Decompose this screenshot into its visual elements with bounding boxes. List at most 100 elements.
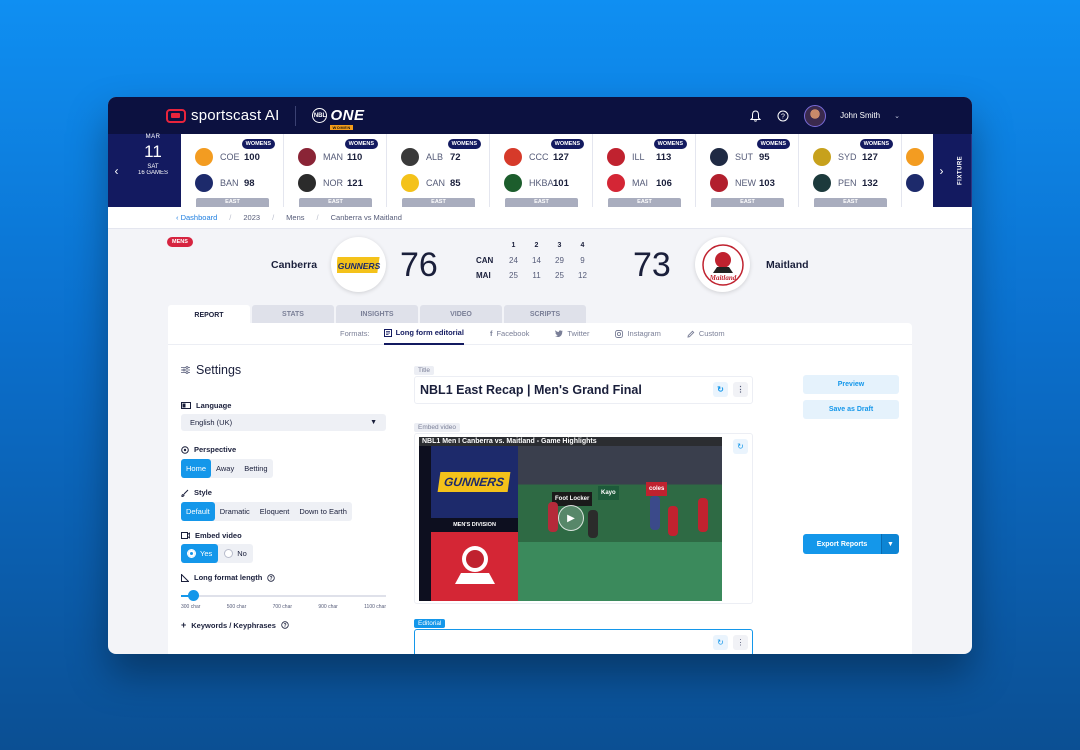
team-logo <box>906 174 924 192</box>
video-ad-board: coles <box>646 482 668 496</box>
style-dramatic[interactable]: Dramatic <box>215 502 255 521</box>
title-value[interactable]: NBL1 East Recap | Men's Grand Final <box>420 383 642 397</box>
chevron-left-icon[interactable]: ‹ <box>108 134 125 207</box>
breadcrumb-item-category[interactable]: Mens <box>286 213 304 222</box>
video-division-label: MEN'S DIVISION <box>453 522 496 528</box>
fixture-game-card[interactable]: WOMENS MAN 110 NOR 121 EAST <box>284 134 387 207</box>
fixture-away-row: CAN 85 <box>387 170 489 196</box>
breadcrumb-item-year[interactable]: 2023 <box>243 213 260 222</box>
refresh-icon[interactable]: ↻ <box>733 439 748 454</box>
tab-stats[interactable]: STATS <box>252 305 334 323</box>
report-panel: Formats: Long form editorial f Facebook … <box>168 323 912 654</box>
fixture-away-row: BAN 98 <box>181 170 283 196</box>
womens-badge: WOMENS <box>447 139 481 149</box>
team-score: 103 <box>759 177 775 189</box>
team-score: 132 <box>862 177 878 189</box>
refresh-icon[interactable]: ↻ <box>713 382 728 397</box>
league-logo-text: ONE WOMEN <box>330 107 365 130</box>
quarter-team: CAN <box>476 256 494 265</box>
more-icon[interactable]: ⋮ <box>733 382 748 397</box>
topbar-divider <box>295 105 297 126</box>
conference-label: EAST <box>608 198 681 207</box>
export-reports-button[interactable]: Export Reports <box>803 534 881 554</box>
away-team-name: Maitland <box>766 259 809 271</box>
fixture-date-card[interactable]: MAR 11 SAT 16 GAMES <box>125 134 181 207</box>
embed-video-field: NBL1 Men I Canberra vs. Maitland - Game … <box>414 433 753 604</box>
team-abbr: NOR <box>323 178 343 188</box>
keywords-label[interactable]: + Keywords / Keyphrases ? <box>181 620 386 630</box>
pencil-icon <box>687 330 695 338</box>
editorial-field[interactable]: ↻ ⋮ <box>414 629 753 654</box>
format-facebook[interactable]: f Facebook <box>490 323 529 345</box>
chevron-down-icon[interactable]: ⌄ <box>894 112 900 120</box>
fixture-game-card[interactable]: WOMENS SYD 127 PEN 132 EAST <box>799 134 902 207</box>
help-icon[interactable]: ? <box>776 109 790 123</box>
format-custom[interactable]: Custom <box>687 323 725 345</box>
embed-actions: ↻ <box>733 439 748 454</box>
caret-down-icon[interactable]: ▼ <box>881 534 899 554</box>
preview-button[interactable]: Preview <box>803 375 899 394</box>
embed-yes-radio[interactable]: Yes <box>181 544 219 563</box>
style-default[interactable]: Default <box>181 502 215 521</box>
perspective-betting[interactable]: Betting <box>239 459 272 478</box>
info-icon[interactable]: ? <box>281 621 289 629</box>
length-slider[interactable] <box>181 590 386 602</box>
language-select[interactable]: English (UK) ▼ <box>181 414 386 431</box>
video-player[interactable]: NBL1 Men I Canberra vs. Maitland - Game … <box>419 437 722 601</box>
home-score: 76 <box>400 246 438 284</box>
format-label: Instagram <box>627 329 661 338</box>
fixture-game-card[interactable]: WOMENS COE 100 BAN 98 EAST <box>181 134 284 207</box>
brand-logo[interactable]: sportscast AI <box>166 107 279 124</box>
radio-dot <box>224 549 234 558</box>
chevron-right-icon[interactable]: › <box>933 134 950 207</box>
more-icon[interactable]: ⋮ <box>733 635 748 650</box>
perspective-away[interactable]: Away <box>211 459 239 478</box>
refresh-icon[interactable]: ↻ <box>713 635 728 650</box>
team-abbr: MAI <box>632 178 649 188</box>
quarter-score: 25 <box>509 271 518 280</box>
style-down-to-earth[interactable]: Down to Earth <box>294 502 352 521</box>
user-name[interactable]: John Smith <box>840 111 880 120</box>
avatar[interactable] <box>804 104 827 127</box>
embed-no-radio[interactable]: No <box>218 544 253 563</box>
fixture-game-card[interactable]: WOMENS CCC 127 HKBA 101 EAST <box>490 134 593 207</box>
womens-badge: WOMENS <box>550 139 584 149</box>
fixture-game-card[interactable]: WOMENS ALB 72 CAN 85 EAST <box>387 134 490 207</box>
fixture-game-card[interactable]: WOMENS ILL 113 MAI 106 EAST <box>593 134 696 207</box>
style-eloquent[interactable]: Eloquent <box>255 502 295 521</box>
tab-insights[interactable]: INSIGHTS <box>336 305 418 323</box>
team-score: 127 <box>553 151 569 163</box>
breadcrumb-item-match: Canberra vs Maitland <box>330 213 402 222</box>
slider-thumb[interactable] <box>188 590 200 601</box>
bell-icon[interactable] <box>748 109 762 123</box>
fixture-game-card-partial[interactable] <box>902 134 924 207</box>
tab-scripts[interactable]: SCRIPTS <box>504 305 586 323</box>
fixture-game-card[interactable]: WOMENS SUT 95 NEW 103 EAST <box>696 134 799 207</box>
format-instagram[interactable]: Instagram <box>615 323 661 345</box>
team-score: 95 <box>759 151 770 163</box>
format-long-form[interactable]: Long form editorial <box>383 323 464 345</box>
breadcrumb-back-link[interactable]: ‹ Dashboard <box>176 213 217 222</box>
editorial-field-tag: Editorial <box>414 619 446 628</box>
tab-video[interactable]: VIDEO <box>420 305 502 323</box>
team-logo <box>298 174 316 192</box>
title-field[interactable]: NBL1 East Recap | Men's Grand Final ↻ ⋮ <box>414 376 753 404</box>
basketball-icon: NBL <box>312 108 328 123</box>
tab-report[interactable]: REPORT <box>168 305 250 325</box>
quarter-score: 29 <box>555 256 564 265</box>
team-abbr: HKBA <box>529 178 554 188</box>
quarter-header: 1 <box>511 242 516 249</box>
fixture-tab[interactable]: FIXTURE <box>950 134 972 207</box>
video-player-figure <box>588 510 598 538</box>
length-label: Long format length ? <box>181 573 386 582</box>
save-draft-button[interactable]: Save as Draft <box>803 400 899 419</box>
conference-label: EAST <box>402 198 475 207</box>
perspective-label: Perspective <box>181 445 386 454</box>
team-score: 127 <box>862 151 878 163</box>
video-player-figure <box>668 506 678 536</box>
format-twitter[interactable]: Twitter <box>555 323 589 345</box>
ruler-icon <box>181 573 189 582</box>
perspective-home[interactable]: Home <box>181 459 212 478</box>
info-icon[interactable]: ? <box>267 573 276 582</box>
play-icon[interactable]: ▶ <box>558 505 584 531</box>
